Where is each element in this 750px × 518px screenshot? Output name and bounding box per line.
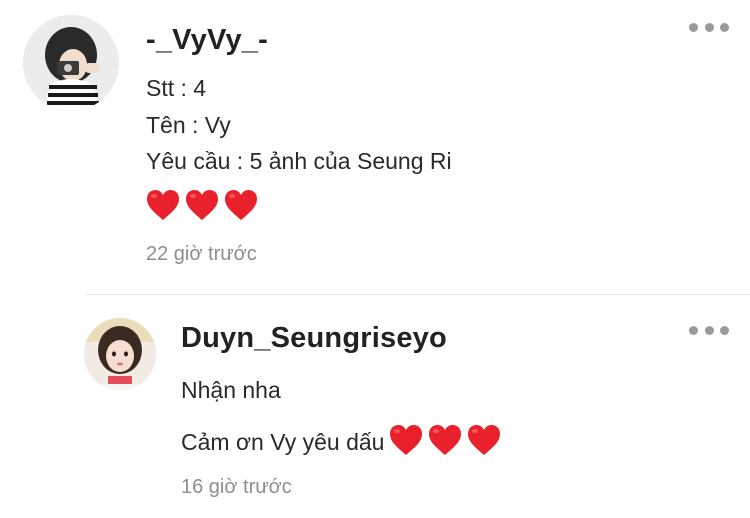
more-options-icon[interactable] [689,322,729,338]
heart-icon [390,425,423,455]
comment-timestamp: 16 giờ trước [181,476,292,498]
heart-icon [468,425,501,455]
heart-emoji-row [388,423,502,457]
comment-item: -_VyVy_- Stt : 4 Tên : Vy Yêu cầu : 5 ản… [0,0,750,290]
heart-icon [225,190,257,220]
comment-text-line: Yêu cầu : 5 ảnh của Seung Ri [146,148,452,174]
more-options-icon[interactable] [689,19,729,35]
comment-text: Cảm ơn Vy yêu dấu [181,429,385,455]
comment-username[interactable]: -_VyVy_- [146,24,268,57]
comment-timestamp: 22 giờ trước [146,243,257,265]
comment-text-line: Stt : 4 [146,75,207,101]
heart-icon [147,190,179,220]
avatar[interactable] [84,318,156,390]
heart-emoji-row [145,188,259,222]
comment-text-line: Nhận nha [181,377,281,403]
avatar[interactable] [23,15,119,111]
comment-text-line: Cảm ơn Vy yêu dấu [181,423,502,457]
reply-item: Duyn_Seungriseyo Nhận nha Cảm ơn Vy yêu … [0,295,750,518]
avatar-image [84,318,156,390]
avatar-image [23,15,119,111]
heart-icon [429,425,462,455]
comment-text-line: Tên : Vy [146,112,231,138]
comment-username[interactable]: Duyn_Seungriseyo [181,322,447,355]
heart-icon [186,190,218,220]
